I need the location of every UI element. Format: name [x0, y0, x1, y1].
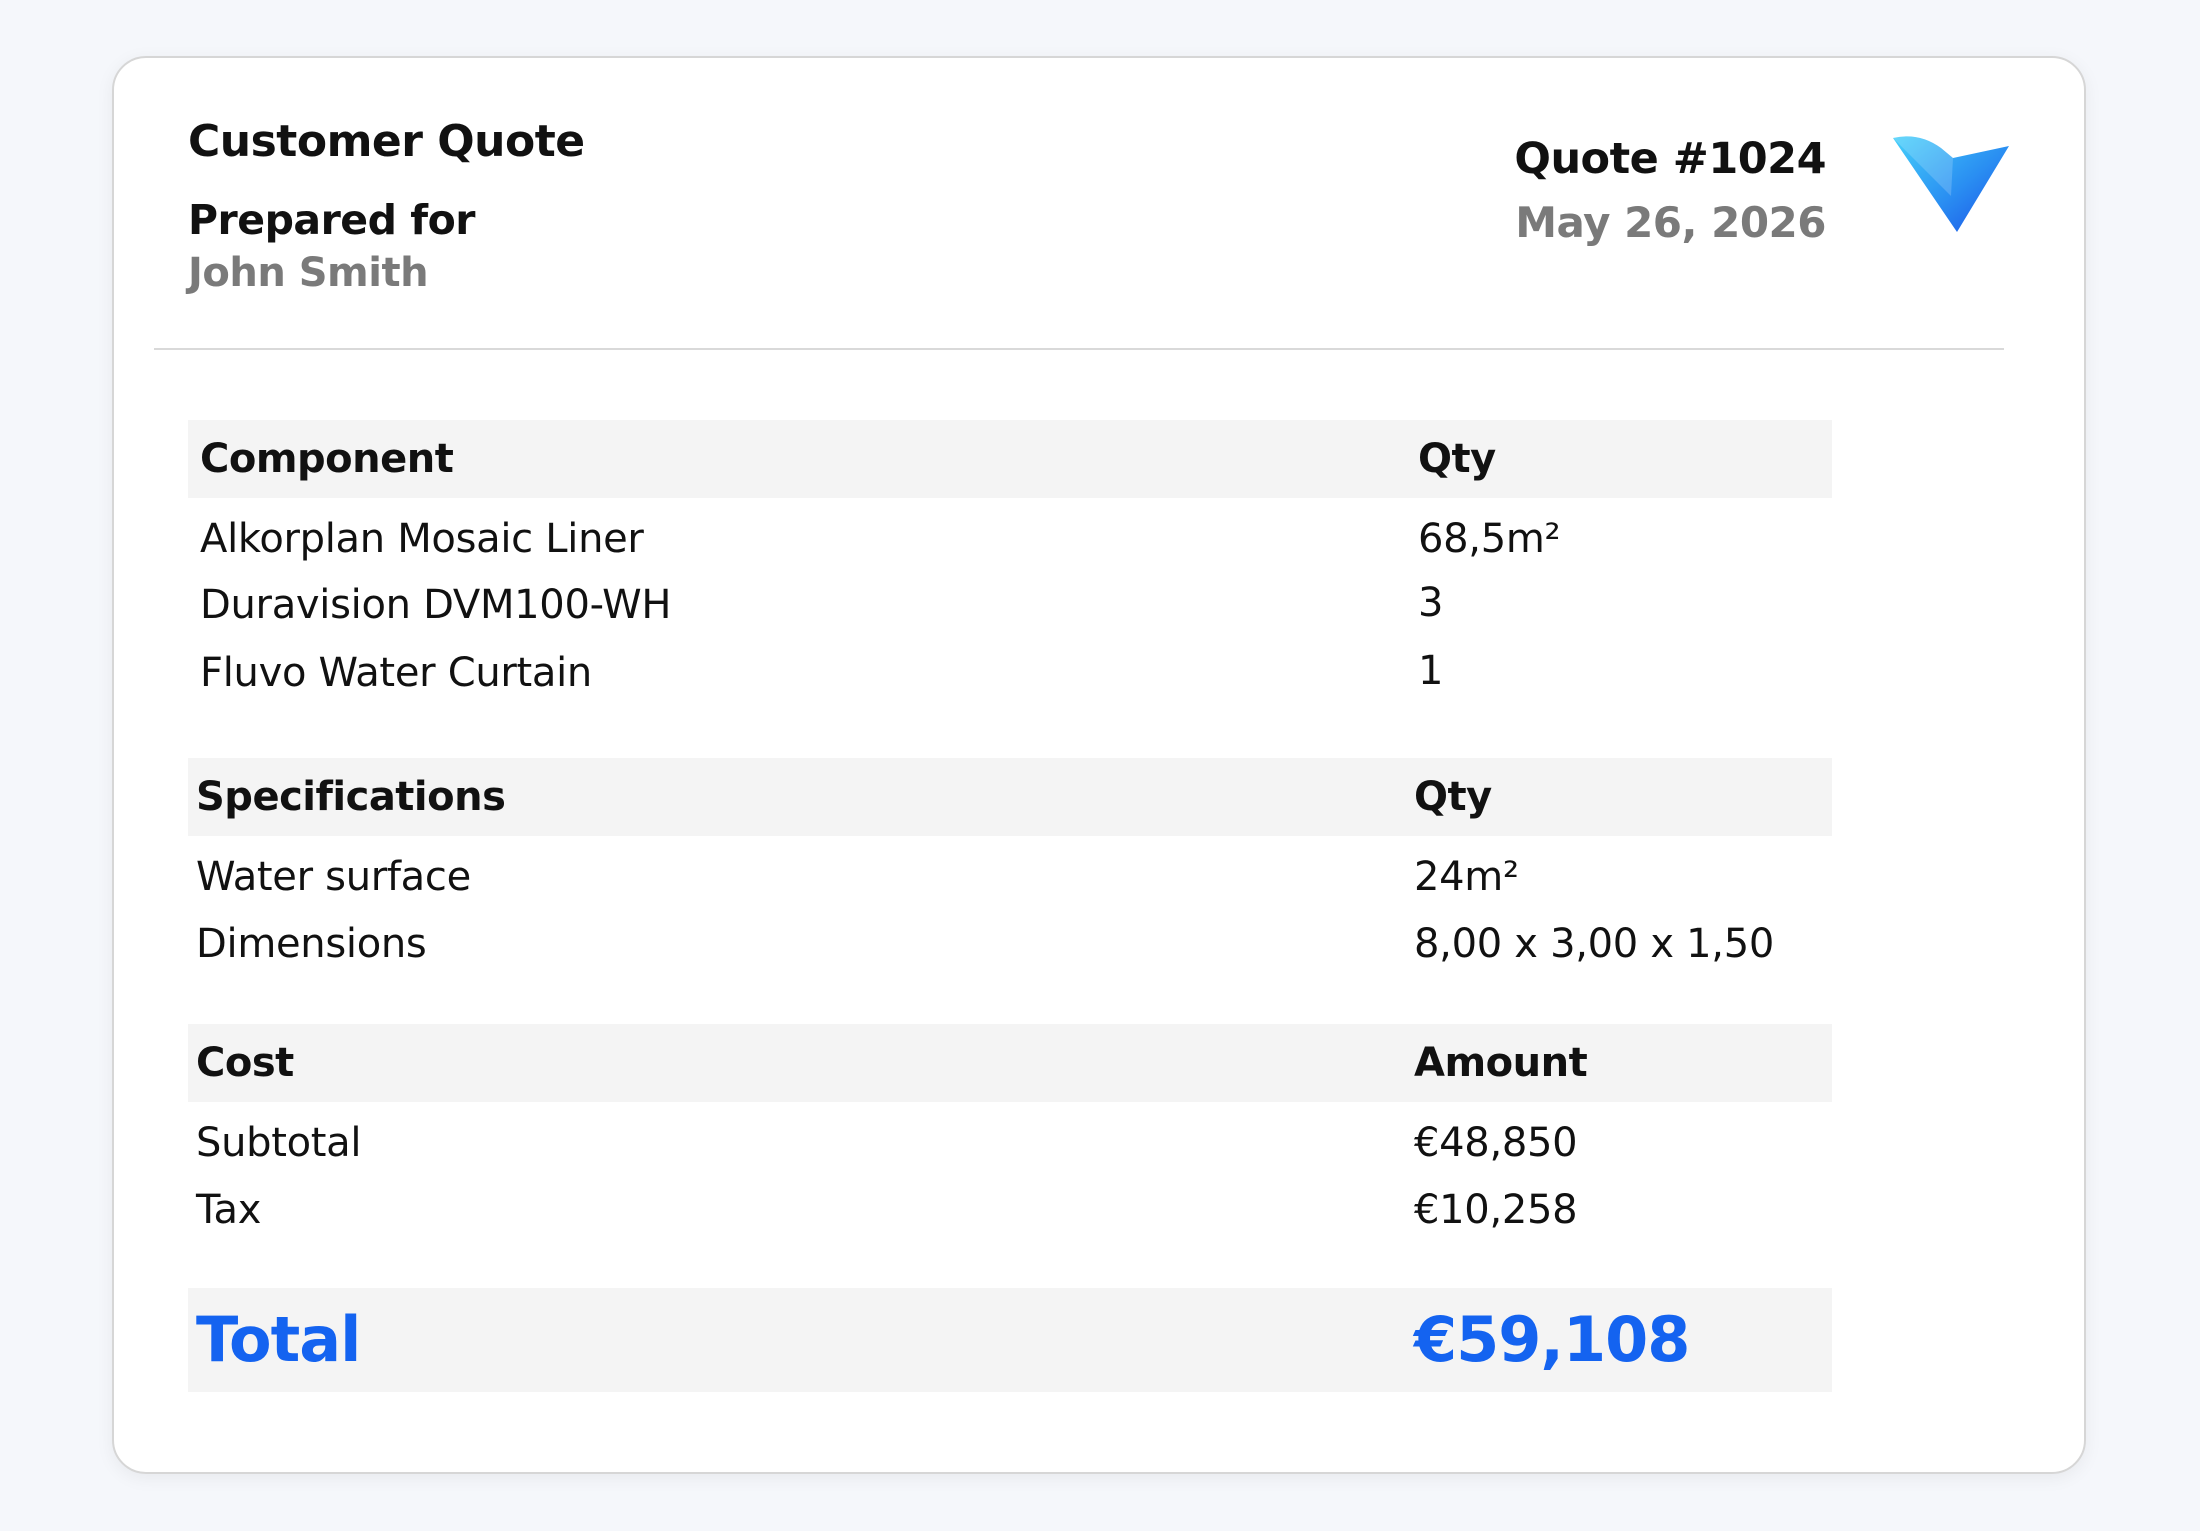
spec-value: 8,00 x 3,00 x 1,50	[1414, 921, 1774, 967]
specifications-header: Specifications Qty	[188, 758, 1832, 836]
total-row: Total €59,108	[188, 1288, 1832, 1392]
header-divider	[154, 348, 2004, 350]
checkmark-v-logo	[1893, 136, 2009, 232]
quote-card: Customer Quote Prepared for John Smith Q…	[112, 56, 2086, 1474]
quote-date: May 26, 2026	[1515, 198, 1826, 247]
total-label: Total	[196, 1303, 361, 1376]
subtotal-label: Subtotal	[196, 1120, 362, 1166]
quote-number: Quote #1024	[1514, 134, 1826, 184]
table-row: Alkorplan Mosaic Liner 68,5m²	[188, 516, 1832, 582]
components-header-label: Component	[200, 436, 454, 482]
table-row: Water surface 24m²	[188, 854, 1832, 921]
cost-header: Cost Amount	[188, 1024, 1832, 1102]
customer-name: John Smith	[188, 250, 429, 296]
component-name: Duravision DVM100-WH	[200, 582, 672, 628]
subtotal-amount: €48,850	[1414, 1120, 1578, 1166]
page-title: Customer Quote	[188, 116, 585, 167]
spec-name: Dimensions	[196, 921, 427, 967]
table-row: Duravision DVM100-WH 3	[188, 580, 1832, 650]
component-name: Fluvo Water Curtain	[200, 650, 592, 696]
cost-header-label: Cost	[196, 1040, 294, 1086]
table-row: Tax €10,258	[188, 1187, 1832, 1253]
table-row: Subtotal €48,850	[188, 1120, 1832, 1187]
component-qty: 68,5m²	[1418, 516, 1561, 562]
specifications-header-qty: Qty	[1414, 774, 1492, 820]
tax-label: Tax	[196, 1187, 262, 1233]
table-row: Fluvo Water Curtain 1	[188, 648, 1832, 716]
total-amount: €59,108	[1414, 1303, 1690, 1376]
specifications-section: Specifications Qty Water surface 24m² Di…	[188, 758, 1832, 987]
specifications-header-label: Specifications	[196, 774, 506, 820]
prepared-for-label: Prepared for	[188, 196, 475, 244]
components-header: Component Qty	[188, 420, 1832, 498]
spec-value: 24m²	[1414, 854, 1519, 900]
spec-name: Water surface	[196, 854, 471, 900]
components-section: Component Qty Alkorplan Mosaic Liner 68,…	[188, 420, 1832, 716]
table-row: Dimensions 8,00 x 3,00 x 1,50	[188, 921, 1832, 987]
components-header-qty: Qty	[1418, 436, 1496, 482]
component-name: Alkorplan Mosaic Liner	[200, 516, 644, 562]
cost-section: Cost Amount Subtotal €48,850 Tax €10,258	[188, 1024, 1832, 1253]
cost-header-amount: Amount	[1414, 1040, 1588, 1086]
component-qty: 1	[1418, 648, 1444, 694]
component-qty: 3	[1418, 580, 1444, 626]
tax-amount: €10,258	[1414, 1187, 1578, 1233]
